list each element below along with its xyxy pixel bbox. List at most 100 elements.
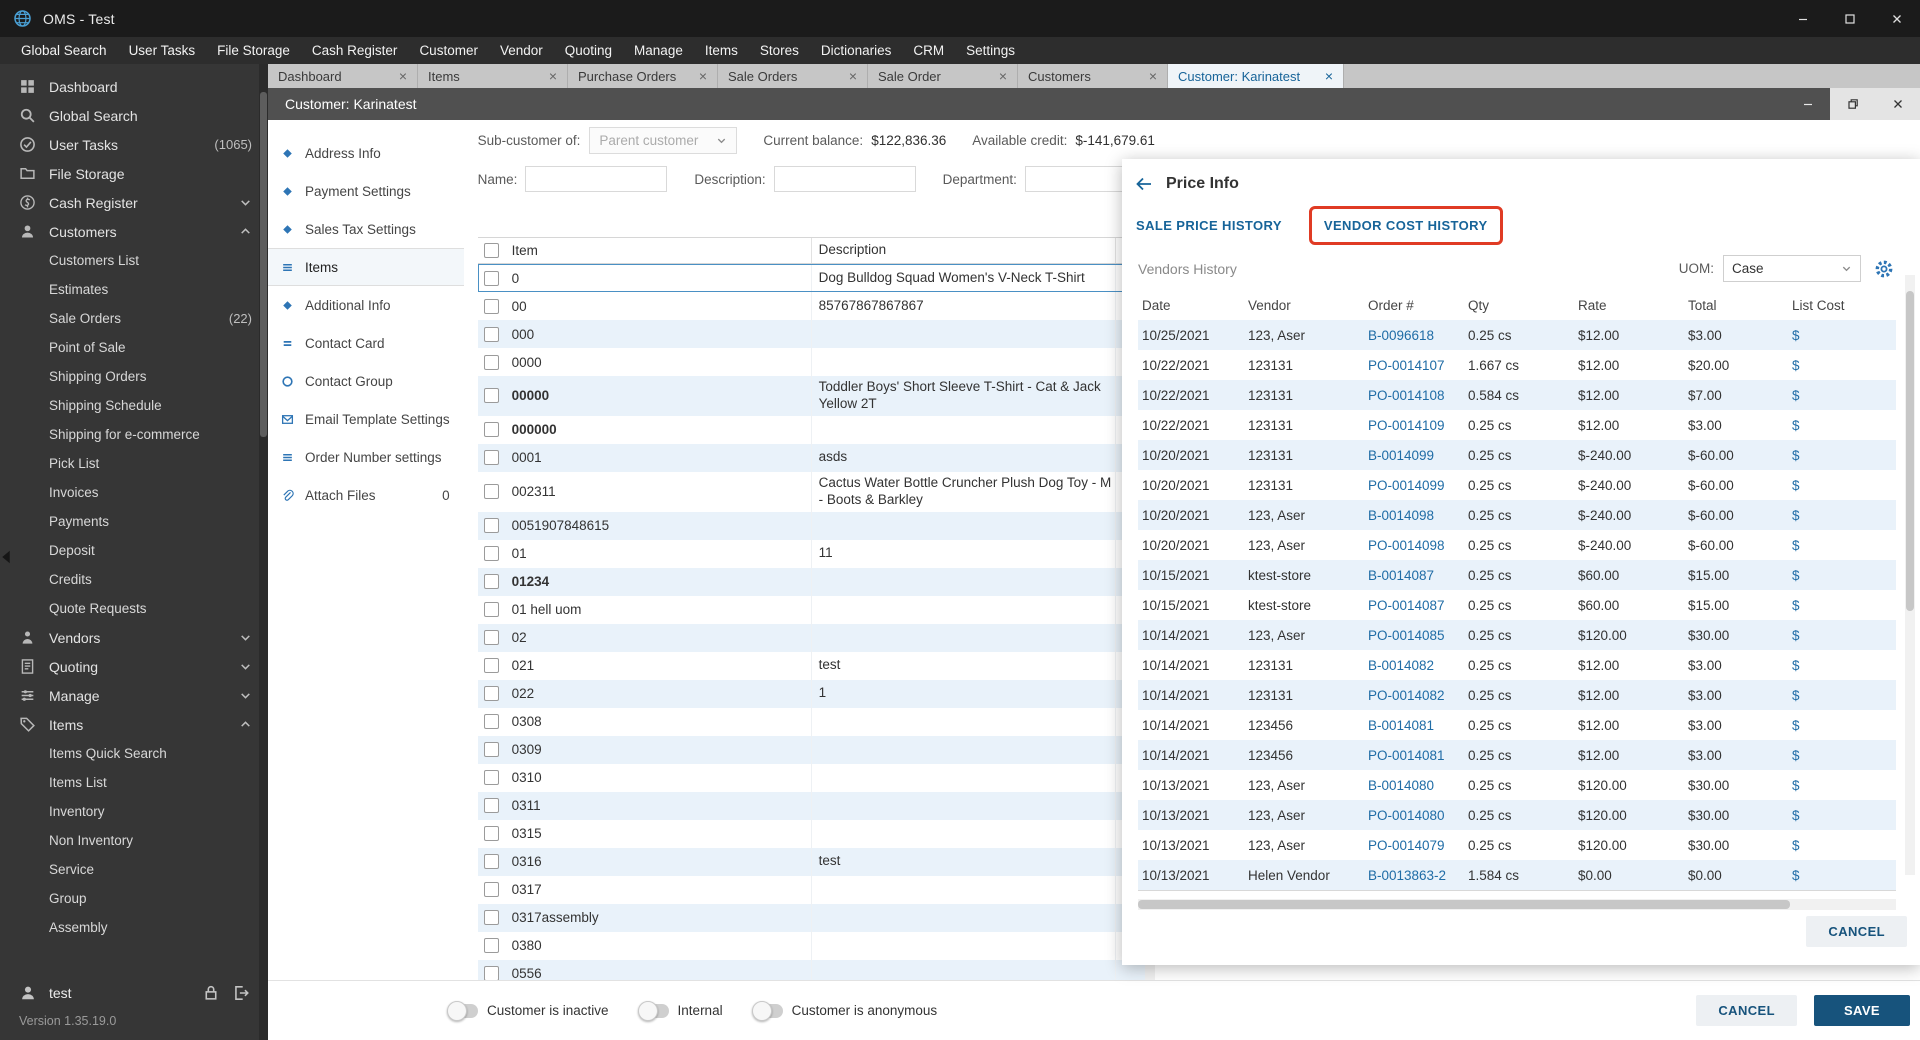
row-checkbox[interactable]: [484, 686, 500, 701]
row-checkbox[interactable]: [484, 326, 500, 342]
column-header-rate[interactable]: Rate: [1574, 298, 1684, 313]
row-checkbox[interactable]: [484, 270, 500, 286]
vendor-history-row[interactable]: 10/25/2021 123, Aser B-0096618 0.25 cs $12.0…: [1138, 320, 1896, 350]
item-row[interactable]: 0309: [477, 735, 1145, 764]
list-cost-link[interactable]: $: [1788, 508, 1896, 523]
tab-close-icon[interactable]: ×: [699, 69, 707, 83]
list-cost-link[interactable]: $: [1788, 838, 1896, 853]
column-header-qty[interactable]: Qty: [1464, 298, 1574, 313]
vendor-history-row[interactable]: 10/14/2021 123131 B-0014082 0.25 cs $12.00 $3…: [1138, 650, 1896, 680]
sidebar-item-customers-list[interactable]: Customers List: [0, 246, 268, 275]
vendor-history-row[interactable]: 10/20/2021 123, Aser PO-0014098 0.25 cs $-24…: [1138, 530, 1896, 560]
list-cost-link[interactable]: $: [1788, 658, 1896, 673]
toggle-switch[interactable]: [637, 1000, 669, 1021]
sidebar-item-shipping-for-e-commerce[interactable]: Shipping for e-commerce: [0, 420, 268, 449]
item-row[interactable]: 01234: [477, 567, 1145, 596]
vendor-history-row[interactable]: 10/14/2021 123131 PO-0014082 0.25 cs $12.00 $…: [1138, 680, 1896, 710]
row-checkbox[interactable]: [484, 574, 500, 589]
row-checkbox[interactable]: [484, 742, 500, 757]
column-header-list-cost[interactable]: List Cost: [1788, 298, 1896, 313]
menu-file-storage[interactable]: File Storage: [206, 43, 301, 58]
sidebar-item-deposit[interactable]: Deposit: [0, 536, 268, 565]
order-number-link[interactable]: B-0096618: [1364, 328, 1464, 343]
item-row[interactable]: 0317: [478, 875, 1145, 904]
menu-stores[interactable]: Stores: [749, 43, 810, 58]
vendor-history-row[interactable]: 10/13/2021 Helen Vendor B-0013863-2 1.584 c…: [1138, 860, 1896, 890]
list-cost-link[interactable]: $: [1788, 478, 1896, 493]
column-header-vendor[interactable]: Vendor: [1244, 298, 1364, 313]
item-row[interactable]: 0310: [478, 763, 1145, 792]
sidebar-item-manage[interactable]: Manage: [0, 681, 268, 710]
gear-icon[interactable]: [1874, 259, 1894, 279]
list-cost-link[interactable]: $: [1788, 688, 1896, 703]
order-number-link[interactable]: B-0014082: [1364, 658, 1464, 673]
sidebar-item-items-list[interactable]: Items List: [0, 768, 268, 797]
column-header-description[interactable]: Description: [812, 238, 1116, 263]
menu-settings[interactable]: Settings: [955, 43, 1026, 58]
nav-item-contact-card[interactable]: Contact Card: [268, 324, 464, 362]
sidebar-item-estimates[interactable]: Estimates: [0, 275, 268, 304]
sidebar-item-inventory[interactable]: Inventory: [0, 797, 268, 826]
vendor-history-row[interactable]: 10/22/2021 123131 PO-0014109 0.25 cs $12.00 $…: [1138, 410, 1896, 440]
item-row[interactable]: 02: [477, 623, 1145, 652]
menu-items[interactable]: Items: [694, 43, 749, 58]
row-checkbox[interactable]: [484, 966, 500, 980]
row-checkbox[interactable]: [484, 422, 500, 438]
sidebar-item-assembly[interactable]: Assembly: [0, 913, 268, 942]
tab-items[interactable]: Items ×: [418, 64, 568, 88]
toggle-switch[interactable]: [447, 1000, 478, 1021]
item-row[interactable]: 0000: [478, 348, 1145, 376]
item-row[interactable]: 0001 asds: [477, 443, 1145, 472]
column-header-order[interactable]: Order #: [1364, 298, 1464, 313]
order-number-link[interactable]: B-0014081: [1364, 718, 1464, 733]
close-button[interactable]: [1875, 88, 1920, 120]
vendor-history-row[interactable]: 10/20/2021 123131 PO-0014099 0.25 cs $-240.0…: [1138, 470, 1896, 500]
vendor-history-row[interactable]: 10/15/2021 ktest-store B-0014087 0.25 cs $60…: [1138, 560, 1896, 590]
row-checkbox[interactable]: [484, 826, 500, 841]
menu-vendor[interactable]: Vendor: [489, 43, 554, 58]
tab-dashboard[interactable]: Dashboard ×: [268, 64, 418, 88]
row-checkbox[interactable]: [484, 546, 500, 561]
nav-item-additional-info[interactable]: Additional Info: [268, 286, 464, 324]
menu-customer[interactable]: Customer: [408, 43, 489, 58]
tab-close-icon[interactable]: ×: [1149, 69, 1157, 83]
list-cost-link[interactable]: $: [1788, 868, 1896, 883]
vendor-history-row[interactable]: 10/22/2021 123131 PO-0014107 1.667 cs $12.00…: [1138, 350, 1896, 380]
sidebar-item-items-quick-search[interactable]: Items Quick Search: [0, 739, 268, 768]
item-row[interactable]: 00000 Toddler Boys' Short Sleeve T-Shirt …: [477, 376, 1145, 416]
nav-item-sales-tax-settings[interactable]: Sales Tax Settings: [268, 210, 464, 248]
sidebar-item-sale-orders[interactable]: Sale Orders (22): [0, 304, 268, 333]
vendor-history-row[interactable]: 10/14/2021 123456 B-0014081 0.25 cs $12.00 $3…: [1138, 710, 1896, 740]
tab-sale-price-history[interactable]: SALE PRICE HISTORY: [1136, 218, 1282, 233]
horizontal-scrollbar[interactable]: [1138, 899, 1896, 910]
vendor-history-row[interactable]: 10/13/2021 123, Aser PO-0014079 0.25 cs $120…: [1138, 830, 1896, 860]
menu-quoting[interactable]: Quoting: [554, 43, 623, 58]
order-number-link[interactable]: B-0014099: [1364, 448, 1464, 463]
item-row[interactable]: 0316 test: [477, 847, 1145, 876]
item-row[interactable]: 0556: [477, 959, 1145, 980]
nav-item-address-info[interactable]: Address Info: [268, 134, 464, 172]
item-row[interactable]: 0311: [477, 791, 1145, 820]
item-row[interactable]: 0085767867867867234325: [478, 292, 1145, 320]
list-cost-link[interactable]: $: [1788, 358, 1896, 373]
sidebar-item-invoices[interactable]: Invoices: [0, 478, 268, 507]
sidebar-item-group[interactable]: Group: [0, 884, 268, 913]
item-row[interactable]: 0308: [478, 707, 1145, 736]
order-number-link[interactable]: PO-0014082: [1364, 688, 1464, 703]
toggle-customer-is-anonymous[interactable]: Customer is anonymous: [751, 1000, 937, 1021]
nav-item-payment-settings[interactable]: Payment Settings: [268, 172, 464, 210]
tab-customers[interactable]: Customers ×: [1018, 64, 1168, 88]
vendor-history-row[interactable]: 10/22/2021 123131 PO-0014108 0.584 cs $12.00…: [1138, 380, 1896, 410]
tab-close-icon[interactable]: ×: [999, 69, 1007, 83]
tab-purchase-orders[interactable]: Purchase Orders ×: [568, 64, 718, 88]
save-button[interactable]: SAVE: [1813, 995, 1910, 1026]
sidebar-item-cash-register[interactable]: Cash Register: [0, 188, 268, 217]
scrollbar-thumb[interactable]: [1138, 900, 1790, 909]
lock-icon[interactable]: [202, 984, 220, 1002]
order-number-link[interactable]: B-0013863-2: [1364, 868, 1464, 883]
row-checkbox[interactable]: [484, 714, 500, 729]
menu-dictionaries[interactable]: Dictionaries: [810, 43, 903, 58]
list-cost-link[interactable]: $: [1788, 598, 1896, 613]
list-cost-link[interactable]: $: [1788, 778, 1896, 793]
toggle-switch[interactable]: [751, 1000, 783, 1021]
